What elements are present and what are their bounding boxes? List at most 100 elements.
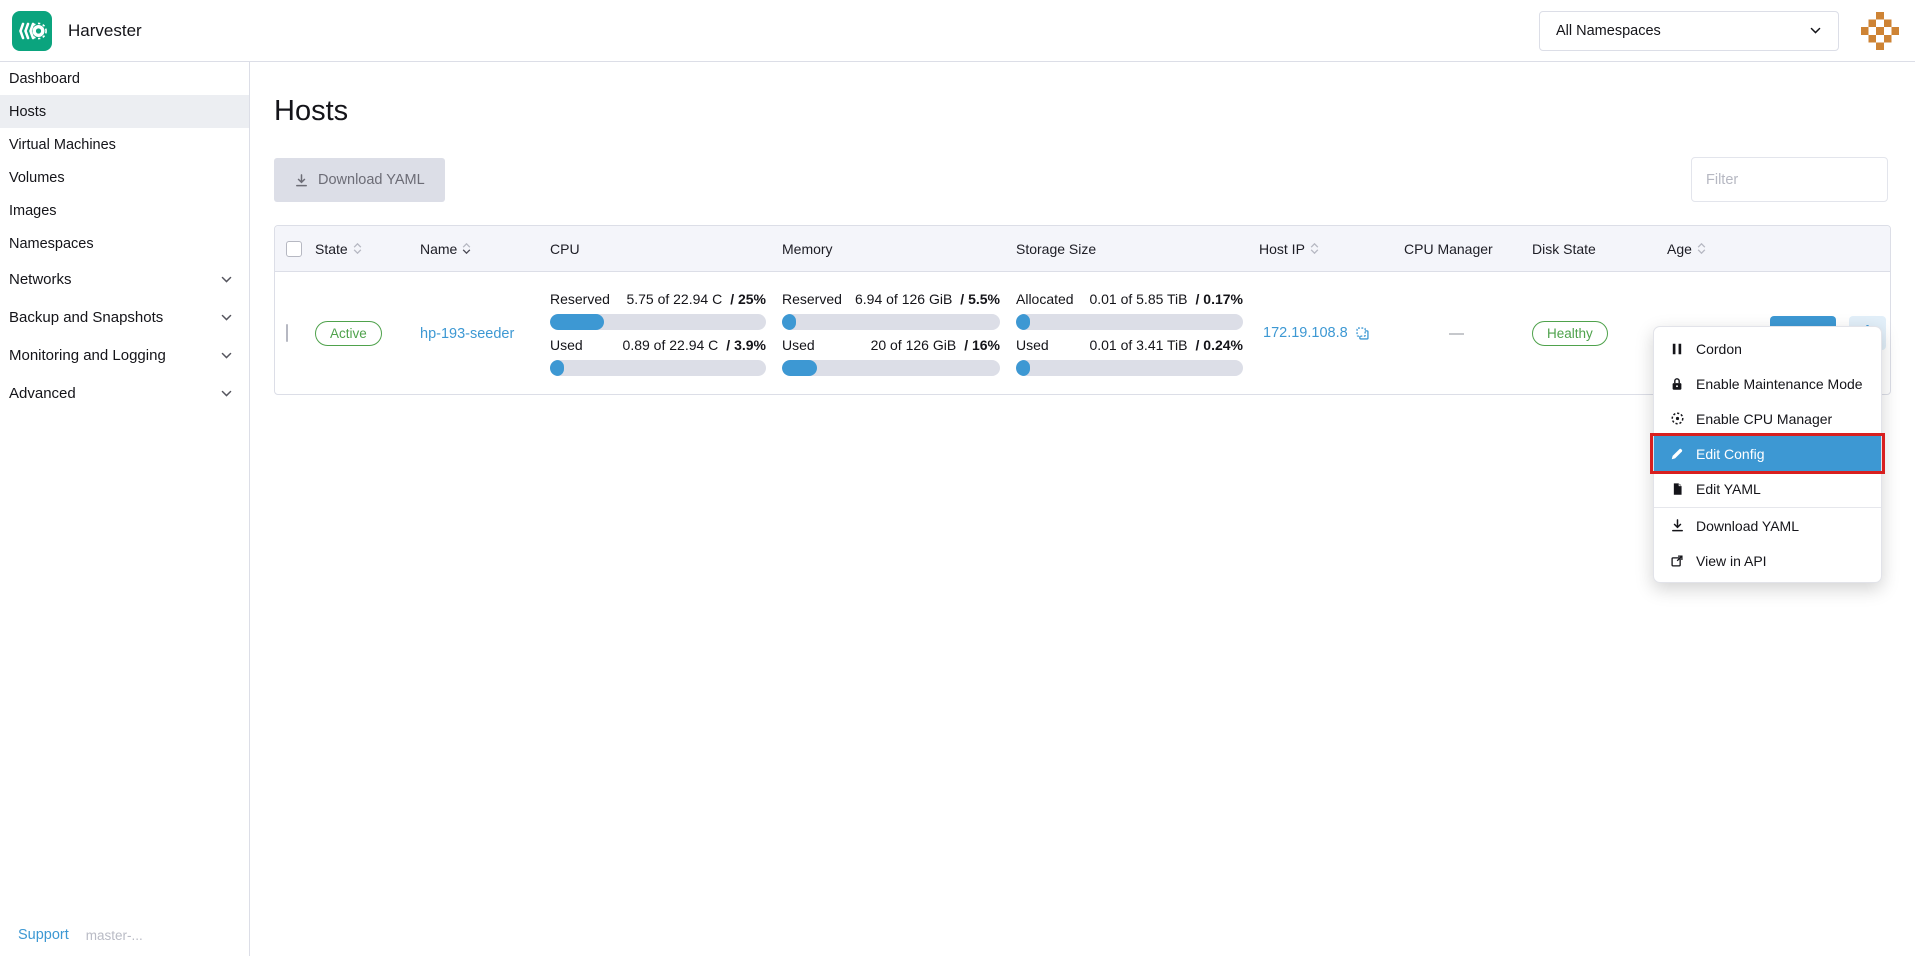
cpu-reserved-bar (550, 314, 766, 330)
state-badge: Active (315, 321, 382, 346)
sidebar-item-label: Images (9, 203, 57, 219)
state-cell: Active (315, 321, 420, 346)
cpu-reserved-value: 5.75 of 22.94 C (626, 291, 722, 307)
column-header-host-ip[interactable]: Host IP (1259, 241, 1404, 257)
sidebar-item-backup-and-snapshots[interactable]: Backup and Snapshots (0, 298, 249, 336)
host-ip-link[interactable]: 172.19.108.8 (1263, 325, 1348, 341)
context-menu: Cordon Enable Maintenance Mode Enable CPU … (1653, 326, 1882, 583)
sidebar-item-label: Networks (9, 271, 72, 288)
menu-item-download-yaml[interactable]: Download YAML (1654, 508, 1881, 543)
sidebar-item-hosts[interactable]: Hosts (0, 95, 249, 128)
table-header-row: StateNameCPUMemoryStorage SizeHost IPCPU… (275, 226, 1890, 272)
name-cell: hp-193-seeder (420, 325, 550, 342)
storage-used-bar-fill (1016, 360, 1030, 376)
top-header: Harvester All Namespaces (0, 0, 1915, 62)
memory-used-bar-fill (782, 360, 817, 376)
column-header-age[interactable]: Age (1667, 241, 1752, 257)
harvester-logo (12, 11, 52, 51)
brand: Harvester (12, 11, 142, 51)
header-checkbox-cell (275, 241, 315, 257)
memory-used-percent: / 16% (964, 337, 1000, 353)
storage-used-percent: / 0.24% (1196, 337, 1243, 353)
cpu-used-bar-fill (550, 360, 564, 376)
sidebar-item-volumes[interactable]: Volumes (0, 161, 249, 194)
memory-reserved-value: 6.94 of 126 GiB (855, 291, 952, 307)
main-content: Hosts Download YAML StateNameCPUMemorySt… (250, 62, 1915, 956)
sidebar: Dashboard Hosts Virtual MachinesVolumes Ima… (0, 62, 250, 956)
sidebar-item-dashboard[interactable]: Dashboard (0, 62, 249, 95)
memory-reserved-percent: / 5.5% (960, 291, 1000, 307)
menu-item-cordon[interactable]: Cordon (1654, 331, 1881, 366)
memory-reserved-bar-fill (782, 314, 796, 330)
chevron-down-icon (220, 311, 233, 324)
column-header-cpu-manager: CPU Manager (1404, 241, 1532, 257)
menu-item-enable-maintenance-mode[interactable]: Enable Maintenance Mode (1654, 366, 1881, 401)
cpu-used-value: 0.89 of 22.94 C (623, 337, 719, 353)
app-title: Harvester (68, 21, 142, 41)
sidebar-nav: Dashboard Hosts Virtual MachinesVolumes Ima… (0, 62, 249, 412)
sidebar-item-label: Backup and Snapshots (9, 309, 163, 326)
sidebar-item-namespaces[interactable]: Namespaces (0, 227, 249, 260)
column-header-state[interactable]: State (315, 241, 420, 257)
cpu-used-bar (550, 360, 766, 376)
sort-carets-icon (353, 243, 362, 254)
menu-item-label: Cordon (1696, 341, 1742, 357)
memory-used-value: 20 of 126 GiB (871, 337, 957, 353)
column-label: CPU (550, 241, 580, 257)
support-link[interactable]: Support (18, 927, 69, 943)
menu-item-enable-cpu-manager[interactable]: Enable CPU Manager (1654, 401, 1881, 436)
user-avatar[interactable] (1861, 12, 1899, 50)
column-label: Memory (782, 241, 833, 257)
select-all-checkbox[interactable] (286, 241, 302, 257)
column-label: Host IP (1259, 241, 1305, 257)
sidebar-item-label: Namespaces (9, 236, 94, 252)
sidebar-item-monitoring-and-logging[interactable]: Monitoring and Logging (0, 336, 249, 374)
sidebar-item-networks[interactable]: Networks (0, 260, 249, 298)
pencil-icon (1669, 447, 1685, 461)
sidebar-item-virtual-machines[interactable]: Virtual Machines (0, 128, 249, 161)
menu-item-label: Edit YAML (1696, 481, 1761, 497)
lock-icon (1669, 377, 1685, 391)
namespace-selector[interactable]: All Namespaces (1539, 11, 1839, 51)
storage-used-bar (1016, 360, 1243, 376)
filter-input[interactable] (1691, 157, 1888, 202)
memory-used-bar (782, 360, 1000, 376)
cpu-reserved-percent: / 25% (730, 291, 766, 307)
column-header-name[interactable]: Name (420, 241, 550, 257)
memory-used-label: Used (782, 337, 815, 353)
sidebar-item-label: Hosts (9, 104, 46, 120)
version-text: master-... (86, 928, 143, 943)
sidebar-footer: Support master-... (0, 927, 249, 943)
storage-allocated-value: 0.01 of 5.85 TiB (1089, 291, 1187, 307)
memory-reserved-bar (782, 314, 1000, 330)
storage-allocated-bar-fill (1016, 314, 1030, 330)
menu-item-edit-config[interactable]: Edit Config (1654, 436, 1881, 471)
menu-item-label: Enable CPU Manager (1696, 411, 1832, 427)
menu-item-view-in-api[interactable]: View in API (1654, 543, 1881, 578)
download-icon (1669, 518, 1685, 533)
cpu-reserved-label: Reserved (550, 291, 610, 307)
storage-cell: Allocated 0.01 of 5.85 TiB / 0.17% Used … (1016, 291, 1259, 376)
memory-reserved-label: Reserved (782, 291, 842, 307)
disk-state-badge: Healthy (1532, 321, 1608, 346)
row-checkbox[interactable] (286, 324, 288, 342)
sort-carets-icon (1697, 243, 1706, 254)
cpu-manager-icon (1669, 411, 1685, 426)
host-name-link[interactable]: hp-193-seeder (420, 326, 514, 342)
copy-icon[interactable] (1355, 326, 1370, 341)
storage-used-label: Used (1016, 337, 1049, 353)
download-yaml-button[interactable]: Download YAML (274, 158, 445, 202)
row-checkbox-cell (275, 325, 315, 341)
menu-item-edit-yaml[interactable]: Edit YAML (1654, 471, 1881, 506)
chevron-down-icon (1809, 24, 1822, 37)
sidebar-item-advanced[interactable]: Advanced (0, 374, 249, 412)
menu-item-label: View in API (1696, 553, 1767, 569)
menu-item-label: Download YAML (1696, 518, 1799, 534)
column-label: Name (420, 241, 457, 257)
column-header-disk-state: Disk State (1532, 241, 1667, 257)
sort-carets-icon (462, 243, 471, 254)
menu-item-label: Edit Config (1696, 446, 1764, 462)
storage-used-value: 0.01 of 3.41 TiB (1089, 337, 1187, 353)
external-link-icon (1669, 554, 1685, 568)
sidebar-item-images[interactable]: Images (0, 194, 249, 227)
